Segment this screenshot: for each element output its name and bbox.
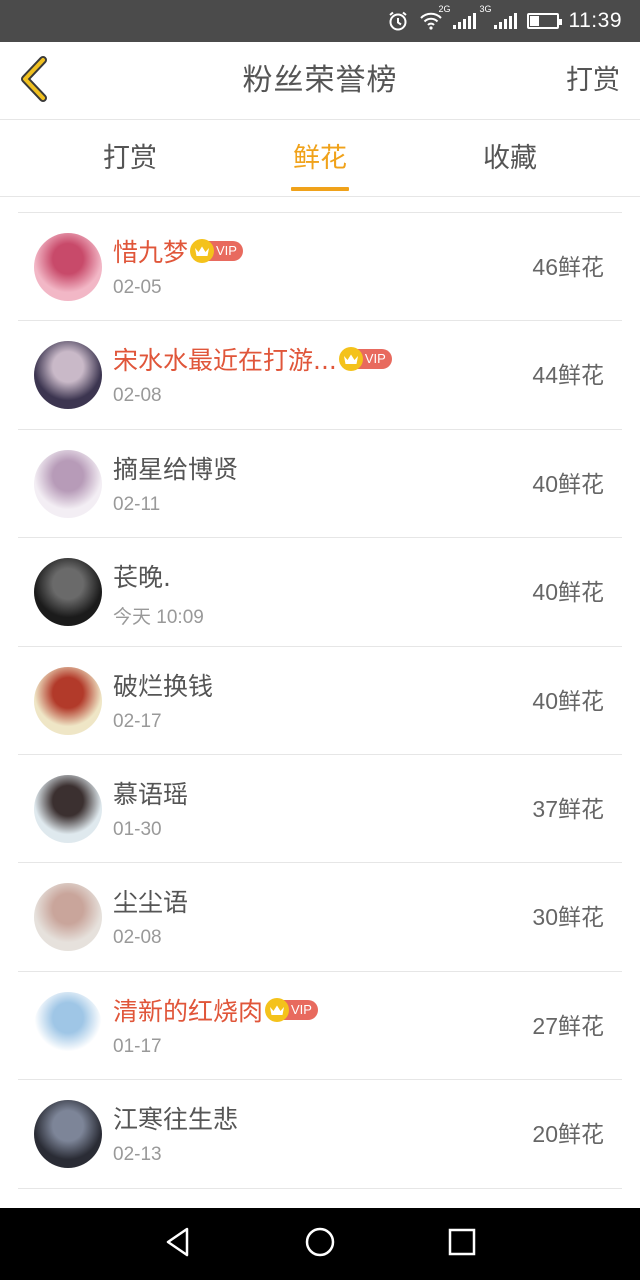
page-title: 粉丝荣誉榜 [242, 63, 398, 98]
name-line: 尘尘语 [113, 885, 188, 917]
home-circle-icon [304, 1226, 336, 1262]
network-type-1: 2G [438, 4, 451, 14]
avatar[interactable] [34, 883, 102, 952]
list-item[interactable]: 尘尘语 02-08 30鲜花 [18, 863, 622, 972]
name-line: 清新的红烧肉 VIP [113, 994, 318, 1026]
list-item[interactable]: 破烂换钱 02-17 40鲜花 [18, 647, 622, 755]
fan-date: 02-05 [113, 277, 162, 298]
flower-count: 27鲜花 [532, 1012, 604, 1039]
name-line: 慕语瑶 [113, 777, 188, 809]
fan-name: 破烂换钱 [113, 671, 214, 701]
status-icons: 2G 3G 11:39 [387, 0, 623, 42]
vip-badge: VIP [190, 239, 243, 263]
fan-date: 01-30 [113, 818, 162, 840]
fan-name: 苌晚. [113, 563, 171, 593]
signal-icon: 2G [439, 4, 476, 29]
tab-bar: 打赏 鲜花 收藏 [0, 121, 640, 197]
avatar[interactable] [34, 991, 102, 1060]
fan-name: 惜九梦 [113, 238, 189, 267]
flower-count: 40鲜花 [532, 687, 604, 714]
list-item[interactable]: 摘星给博贤 02-11 40鲜花 [18, 430, 622, 539]
wifi-icon [419, 12, 443, 30]
list-item[interactable]: 惜九梦 VIP 02-05 46鲜花 [18, 213, 622, 322]
name-line: 惜九梦 VIP [113, 235, 243, 267]
active-tab-indicator [291, 187, 349, 191]
nav-home-button[interactable] [302, 1226, 338, 1262]
app-header: 粉丝荣誉榜 打赏 [0, 42, 640, 120]
name-line: 苌晚. [113, 560, 171, 592]
recents-square-icon [447, 1227, 477, 1261]
avatar[interactable] [34, 774, 102, 843]
status-bar: 2G 3G 11:39 [0, 0, 640, 42]
system-nav-bar [0, 1208, 640, 1280]
avatar[interactable] [34, 666, 102, 735]
fan-name: 清新的红烧肉 [113, 996, 264, 1026]
flower-count: 37鲜花 [532, 795, 604, 822]
fan-date: 今天 10:09 [113, 607, 204, 629]
fan-date: 02-08 [113, 385, 162, 407]
list-item[interactable]: 宋水水最近在打游... VIP 02-08 44鲜花 [18, 321, 622, 430]
fan-date: 01-17 [113, 1035, 162, 1057]
avatar[interactable] [34, 341, 102, 410]
name-line: 江寒往生悲 [113, 1102, 238, 1134]
avatar[interactable] [34, 233, 102, 301]
crown-icon [190, 239, 215, 263]
fan-date: 02-11 [113, 493, 161, 515]
name-line: 摘星给博贤 [113, 452, 238, 484]
crown-icon [265, 997, 290, 1022]
flower-count: 46鲜花 [532, 254, 604, 280]
fan-name: 宋水水最近在打游... [113, 346, 337, 376]
fan-list: 惜九梦 VIP 02-05 46鲜花 宋水水最近在打游... VIP 02-08 44鲜花 摘星… [18, 212, 622, 1189]
status-time: 11:39 [568, 9, 622, 32]
name-line: 宋水水最近在打游... VIP [113, 343, 392, 375]
reward-button[interactable]: 打赏 [566, 42, 620, 120]
fan-date: 02-17 [113, 710, 162, 732]
flower-count: 40鲜花 [532, 470, 604, 497]
flower-count: 20鲜花 [532, 1121, 604, 1148]
list-item[interactable]: 江寒往生悲 02-13 20鲜花 [18, 1080, 622, 1189]
fan-name: 慕语瑶 [113, 779, 189, 809]
tab-reward[interactable]: 打赏 [50, 121, 210, 197]
network-type-2: 3G [479, 4, 492, 14]
fan-date: 02-08 [113, 927, 162, 949]
flower-count: 44鲜花 [532, 362, 604, 389]
fan-date: 02-13 [113, 1144, 162, 1166]
nav-back-button[interactable] [160, 1226, 196, 1262]
avatar[interactable] [34, 558, 102, 627]
back-triangle-icon [163, 1226, 193, 1262]
tab-flowers[interactable]: 鲜花 [240, 121, 400, 197]
fan-name: 江寒往生悲 [113, 1105, 239, 1135]
tab-favorites[interactable]: 收藏 [430, 121, 590, 197]
alarm-icon [387, 10, 409, 32]
list-item[interactable]: 慕语瑶 01-30 37鲜花 [18, 755, 622, 864]
fan-name: 摘星给博贤 [113, 454, 239, 484]
tab-label: 收藏 [483, 143, 537, 174]
tab-label: 打赏 [103, 143, 157, 174]
fan-name: 尘尘语 [113, 888, 189, 918]
flower-count: 40鲜花 [532, 579, 604, 606]
signal-icon: 3G [480, 4, 517, 29]
vip-badge: VIP [265, 997, 318, 1022]
list-item[interactable]: 清新的红烧肉 VIP 01-17 27鲜花 [18, 972, 622, 1081]
avatar[interactable] [34, 449, 102, 518]
name-line: 破烂换钱 [113, 669, 213, 701]
list-item[interactable]: 苌晚. 今天 10:09 40鲜花 [18, 538, 622, 647]
flower-count: 30鲜花 [532, 904, 604, 931]
avatar[interactable] [34, 1100, 102, 1169]
nav-recents-button[interactable] [444, 1226, 480, 1262]
battery-icon [526, 13, 562, 29]
tab-label: 鲜花 [293, 143, 347, 174]
vip-badge: VIP [338, 347, 392, 372]
